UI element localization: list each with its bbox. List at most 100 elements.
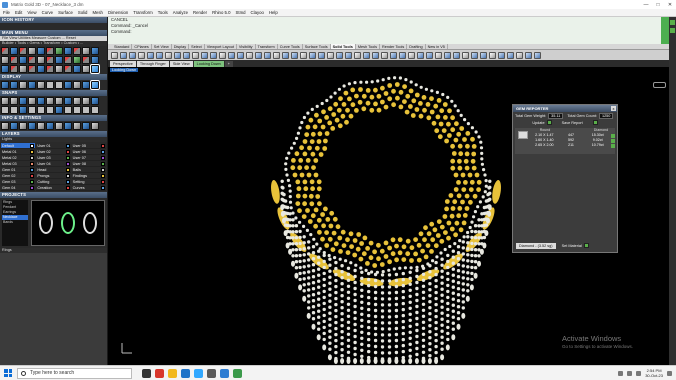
tool-icon[interactable] <box>1 56 9 64</box>
network-icon[interactable] <box>627 370 633 376</box>
toolbar-tool-icon[interactable] <box>246 51 253 59</box>
row-checkbox[interactable] <box>611 138 616 143</box>
snap-icon[interactable] <box>37 106 45 114</box>
tab-mesh-tools[interactable]: Mesh Tools <box>356 44 380 49</box>
toolbar-tool-icon[interactable] <box>111 51 118 59</box>
toolbar-tool-icon[interactable] <box>219 51 226 59</box>
snap-icon[interactable] <box>10 97 18 105</box>
tool-icon[interactable] <box>90 64 100 74</box>
toolbar-tool-icon[interactable] <box>120 51 127 59</box>
snap-icon[interactable] <box>28 106 36 114</box>
tab-set-view[interactable]: Set View <box>152 44 172 49</box>
tool-icon[interactable] <box>37 56 45 64</box>
menu-surface[interactable]: Surface <box>58 10 73 15</box>
tab-transform[interactable]: Transform <box>256 44 278 49</box>
snap-icon[interactable] <box>82 97 90 105</box>
snap-icon[interactable] <box>46 97 54 105</box>
tab-new-in-v5[interactable]: New in V5 <box>426 44 448 49</box>
tab-visibility[interactable]: Visibility <box>237 44 256 49</box>
info-icon[interactable] <box>46 122 54 130</box>
tool-icon[interactable] <box>1 65 9 73</box>
snap-icon[interactable] <box>55 97 63 105</box>
toolbar-tool-icon[interactable] <box>408 51 415 59</box>
tab-select[interactable]: Select <box>189 44 205 49</box>
menu-rhino[interactable]: Rhino 5.0 <box>212 10 230 15</box>
menu-clayoo[interactable]: Clayoo <box>251 10 264 15</box>
menu-tools[interactable]: Tools <box>158 10 168 15</box>
info-icon[interactable] <box>1 122 9 130</box>
tool-icon[interactable] <box>73 65 81 73</box>
info-icon[interactable] <box>91 122 99 130</box>
toolbar-tool-icon[interactable] <box>480 51 487 59</box>
toolbar-tool-icon[interactable] <box>471 51 478 59</box>
toolbar-tool-icon[interactable] <box>165 51 172 59</box>
snap-icon[interactable] <box>82 106 90 114</box>
app-icon[interactable] <box>207 368 216 378</box>
tool-icon[interactable] <box>28 47 36 55</box>
tool-icon[interactable] <box>82 56 90 64</box>
toolbar-tool-icon[interactable] <box>201 51 208 59</box>
info-icon[interactable] <box>82 122 90 130</box>
panel-toggle-icon[interactable] <box>670 28 675 33</box>
task-view-icon[interactable] <box>142 368 151 378</box>
menu-render[interactable]: Render <box>193 10 207 15</box>
tool-icon[interactable] <box>10 56 18 64</box>
tool-icon[interactable] <box>46 65 54 73</box>
tab-solid-tools[interactable]: Solid Tools <box>330 44 356 49</box>
toolbar-tool-icon[interactable] <box>417 51 424 59</box>
command-prompt[interactable]: Command: <box>108 29 669 35</box>
info-icon[interactable] <box>19 122 27 130</box>
menu-file[interactable]: File <box>3 10 10 15</box>
toolbar-tool-icon[interactable] <box>489 51 496 59</box>
display-mode-icon[interactable] <box>64 81 72 89</box>
toolbar-tool-icon[interactable] <box>192 51 199 59</box>
tool-icon[interactable] <box>46 47 54 55</box>
display-mode-icon[interactable] <box>82 81 90 89</box>
toolbar-tool-icon[interactable] <box>453 51 460 59</box>
ring-thumbnail[interactable] <box>61 212 75 234</box>
tab-display[interactable]: Display <box>172 44 190 49</box>
snap-icon[interactable] <box>91 97 99 105</box>
snap-icon[interactable] <box>73 106 81 114</box>
tool-icon[interactable] <box>10 47 18 55</box>
display-mode-icon[interactable] <box>55 81 63 89</box>
snap-icon[interactable] <box>1 97 9 105</box>
info-icon[interactable] <box>10 122 18 130</box>
layer-row[interactable]: Gem 04 <box>1 185 36 191</box>
tool-icon[interactable] <box>10 65 18 73</box>
menu-transform[interactable]: Transform <box>133 10 152 15</box>
tab-surface-tools[interactable]: Surface Tools <box>303 44 331 49</box>
tool-icon[interactable] <box>55 65 63 73</box>
menu-edit[interactable]: Edit <box>15 10 22 15</box>
toolbar-tool-icon[interactable] <box>390 51 397 59</box>
chrome-icon[interactable] <box>155 368 164 378</box>
display-mode-icon[interactable] <box>10 81 18 89</box>
tool-icon[interactable] <box>37 65 45 73</box>
row-checkbox[interactable] <box>611 143 616 148</box>
toolbar-tool-icon[interactable] <box>300 51 307 59</box>
tab-render-tools[interactable]: Render Tools <box>380 44 408 49</box>
snap-icon[interactable] <box>1 106 9 114</box>
save-report-button[interactable] <box>592 120 598 125</box>
toolbar-tool-icon[interactable] <box>507 51 514 59</box>
info-icon[interactable] <box>55 122 63 130</box>
tool-icon[interactable] <box>19 47 27 55</box>
menu-mesh[interactable]: Mesh <box>92 10 103 15</box>
notifications-icon[interactable] <box>667 370 672 376</box>
tool-icon[interactable] <box>28 65 36 73</box>
toolbar-tool-icon[interactable] <box>372 51 379 59</box>
matrix-app-icon[interactable] <box>220 368 229 378</box>
display-mode-icon[interactable] <box>46 81 54 89</box>
snap-icon[interactable] <box>37 97 45 105</box>
project-preview[interactable] <box>31 200 105 246</box>
toolbar-tool-icon[interactable] <box>444 51 451 59</box>
toolbar-tool-icon[interactable] <box>435 51 442 59</box>
toolbar-tool-icon[interactable] <box>129 51 136 59</box>
tool-icon[interactable] <box>28 56 36 64</box>
windows-start-icon[interactable] <box>4 369 12 377</box>
toolbar-tool-icon[interactable] <box>309 51 316 59</box>
tool-icon[interactable] <box>46 56 54 64</box>
material-select[interactable]: Diamond - (3.52 sg) <box>516 242 556 249</box>
toolbar-tool-icon[interactable] <box>381 51 388 59</box>
tool-icon[interactable] <box>82 65 90 73</box>
